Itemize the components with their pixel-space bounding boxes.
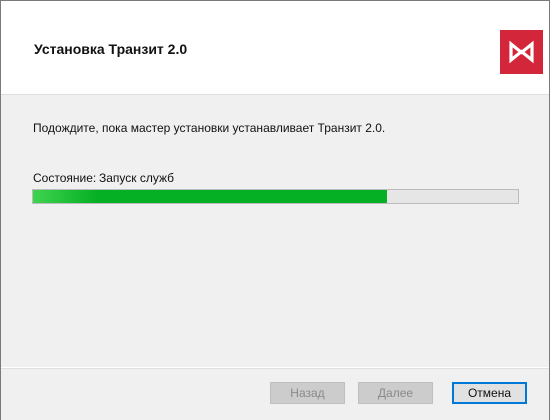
back-button[interactable]: Назад xyxy=(270,382,345,404)
progress-message: Подождите, пока мастер установки устанав… xyxy=(33,121,386,135)
status-value: Запуск служб xyxy=(99,171,175,185)
progress-bar xyxy=(32,189,519,204)
cancel-button[interactable]: Отмена xyxy=(452,382,527,404)
progress-bar-fill xyxy=(33,190,387,203)
content-area: Подождите, пока мастер установки устанав… xyxy=(1,95,549,367)
header-banner: Установка Транзит 2.0 xyxy=(1,1,549,95)
installer-window: Установка Транзит 2.0 Подождите, пока ма… xyxy=(0,0,550,420)
button-bar: Назад Далее Отмена xyxy=(1,368,549,420)
status-label: Состояние: xyxy=(33,171,97,185)
status-row: Состояние: Запуск служб xyxy=(33,171,174,185)
page-title: Установка Транзит 2.0 xyxy=(34,41,188,57)
next-button[interactable]: Далее xyxy=(358,382,433,404)
msk-exchange-logo-icon xyxy=(500,30,543,74)
